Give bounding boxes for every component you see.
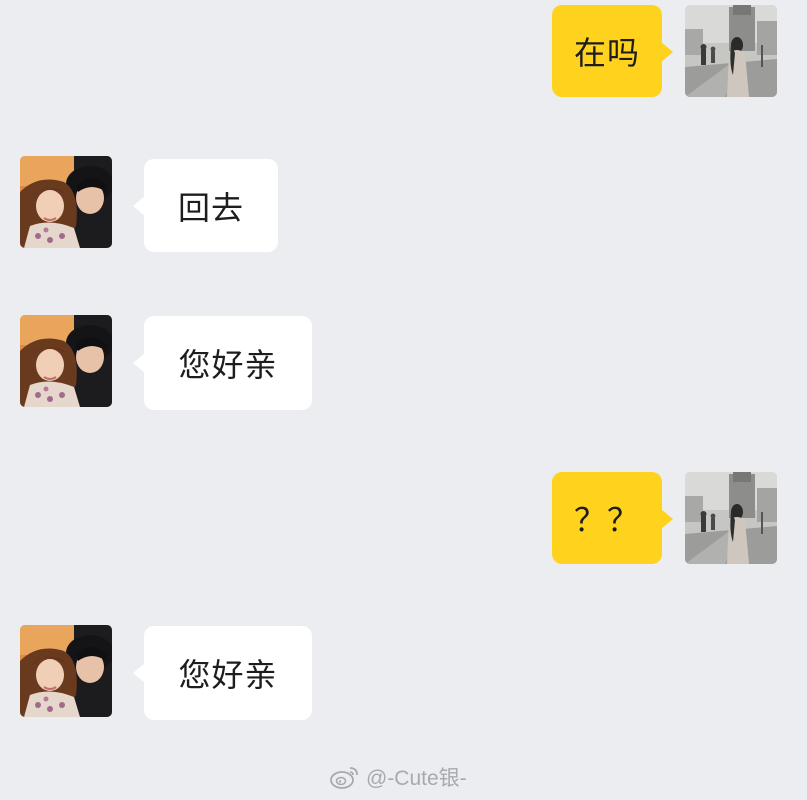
street-photo-avatar-icon[interactable] xyxy=(685,5,777,97)
watermark: @-Cute银- xyxy=(330,762,467,792)
street-photo-avatar-icon[interactable] xyxy=(685,472,777,564)
weibo-icon xyxy=(330,764,360,790)
message-text: 您好亲 xyxy=(178,346,278,384)
couple-photo-avatar-icon[interactable] xyxy=(20,315,112,407)
couple-photo-avatar-icon[interactable] xyxy=(20,156,112,248)
message-text: 在吗 xyxy=(573,34,640,72)
message-bubble[interactable]: 在吗 xyxy=(552,5,673,97)
message-bubble[interactable]: 您好亲 xyxy=(133,316,312,410)
message-text: 您好亲 xyxy=(178,656,278,694)
couple-photo-avatar-icon[interactable] xyxy=(20,625,112,717)
message-bubble[interactable]: ？？ xyxy=(552,472,673,564)
message-bubble[interactable]: 回去 xyxy=(133,159,278,252)
watermark-text: @-Cute银- xyxy=(366,767,467,790)
message-text: 回去 xyxy=(177,188,244,227)
message-text: ？？ xyxy=(573,501,640,539)
message-bubble[interactable]: 您好亲 xyxy=(133,626,312,720)
